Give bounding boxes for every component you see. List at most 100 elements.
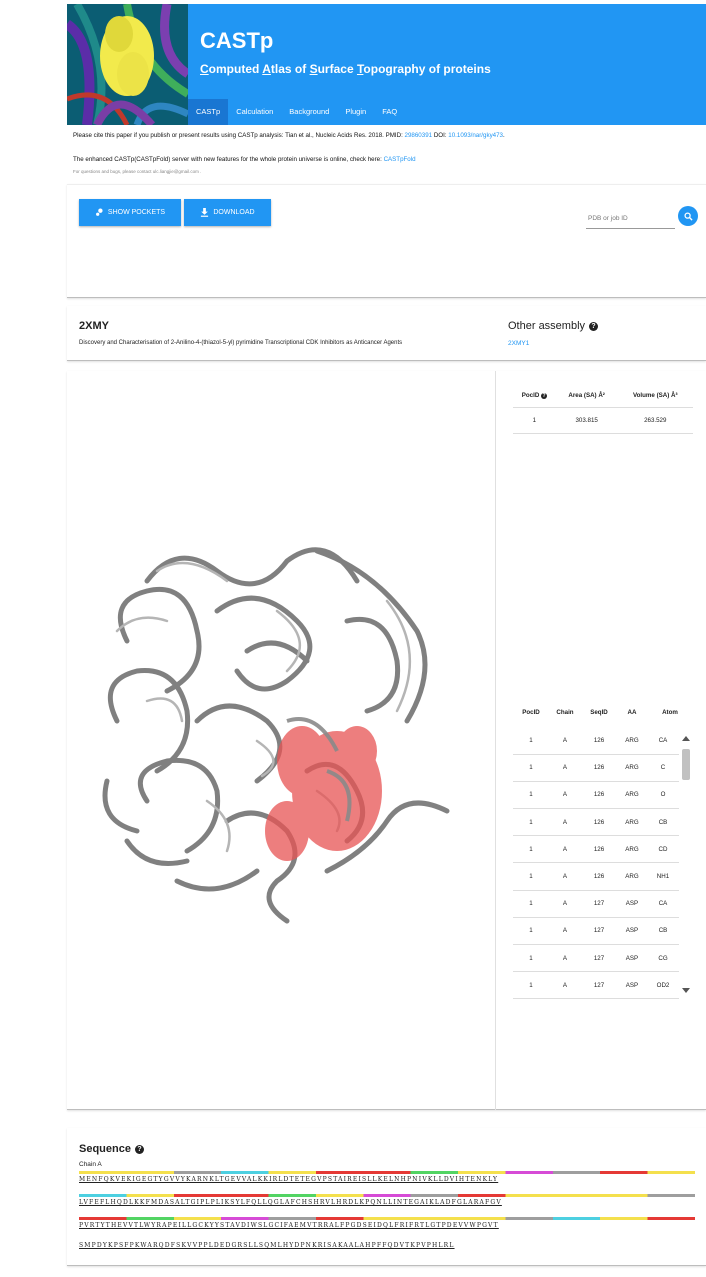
atom-cell-aa: ARG [617,727,647,755]
atom-cell-seqid: 127 [581,917,617,946]
site-header: CASTp Computed Atlas of Surface Topograp… [67,4,706,125]
enhanced-text: The enhanced CASTp(CASTpFold) server wit… [73,156,382,163]
download-button[interactable]: DOWNLOAD [184,199,271,226]
atom-row[interactable]: 1 A 127 ASP OD2 [513,971,679,999]
atom-col-atom[interactable]: Atom [647,701,693,723]
subtitle-word: tlas of [270,62,310,76]
atom-table-scrollbar[interactable] [680,731,692,997]
sequence-card: Sequence ? Chain A MENFQKVEKIGEGTYGVVYKA… [67,1128,706,1266]
atom-cell-seqid: 127 [581,944,617,973]
atom-cell-pocid: 1 [513,862,549,891]
panel-divider [495,371,496,1110]
protein-3d-viewer[interactable] [87,521,467,941]
pmid-link[interactable]: 29860391 [405,132,433,139]
pockets-icon [95,208,103,216]
help-icon[interactable]: ? [134,1144,144,1154]
atom-row[interactable]: 1 A 127 ASP CG [513,944,679,973]
atom-col-aa[interactable]: AA [617,701,647,723]
nav-item-faq[interactable]: FAQ [374,99,405,125]
contact-notice: For questions and bugs, please contact u… [73,169,202,174]
atom-cell-chain: A [549,727,581,755]
site-subtitle: Computed Atlas of Surface Topography of … [200,62,491,76]
atom-table-header: PocID Chain SeqID AA Atom [513,701,693,723]
enhanced-notice: The enhanced CASTp(CASTpFold) server wit… [73,156,416,163]
tools-card: SHOW POCKETS DOWNLOAD [67,184,706,298]
atom-cell-aa: ARG [617,754,647,782]
atom-cell-atom: CB [647,917,679,946]
castp-logo[interactable] [67,4,188,125]
atom-cell-seqid: 126 [581,754,617,782]
sequence-text: SMPDYKPSFPKWARQDFSKVVPPLDEDGRSLLSQMLHYDP… [79,1242,455,1249]
atom-row[interactable]: 1 A 127 ASP CA [513,890,679,918]
area-header[interactable]: Area (SA) Å² [556,385,618,407]
atom-row[interactable]: 1 A 126 ARG NH1 [513,862,679,891]
pdb-id-title: 2XMY [79,320,109,332]
sequence-line: PVRTYTHEVVTLWYRAPEILLGCKYYSTAVDIWSLGCIFA… [79,1222,695,1229]
atom-cell-pocid: 1 [513,944,549,973]
atom-cell-atom: CA [647,727,679,755]
atom-cell-pocid: 1 [513,727,549,755]
atom-row[interactable]: 1 A 126 ARG CD [513,835,679,864]
scroll-down-icon[interactable] [682,988,690,993]
atom-cell-aa: ASP [617,890,647,918]
atom-cell-aa: ASP [617,917,647,946]
nav-item-castp[interactable]: CASTp [188,99,229,125]
nav-item-background[interactable]: Background [281,99,337,125]
atom-col-seqid[interactable]: SeqID [581,701,617,723]
other-assembly-link[interactable]: 2XMY1 [508,340,529,347]
secondary-structure-bar [79,1194,695,1197]
help-icon[interactable]: ? [589,321,599,331]
atom-row[interactable]: 1 A 126 ARG CB [513,808,679,837]
atom-cell-seqid: 126 [581,781,617,810]
atom-cell-pocid: 1 [513,890,549,918]
atom-cell-seqid: 126 [581,727,617,755]
show-pockets-button[interactable]: SHOW POCKETS [79,199,181,226]
pocket-area-cell: 303.815 [555,406,618,434]
atom-cell-seqid: 127 [581,890,617,918]
scroll-up-icon[interactable] [682,736,690,741]
sequence-text: PVRTYTHEVVTLWYRAPEILLGCKYYSTAVDIWSLGCIFA… [79,1222,499,1229]
atom-table-scroll[interactable]: 1 A 126 ARG CA 1 A 126 ARG C 1 A 126 ARG O 1 A 126 ARG CB 1 A… [513,727,693,999]
atom-cell-chain: A [549,808,581,837]
atom-row[interactable]: 1 A 127 ASP CB [513,917,679,946]
atom-cell-atom: CA [647,890,679,918]
show-pockets-label: SHOW POCKETS [107,209,166,216]
pocket-row[interactable]: 1 303.815 263.529 [513,406,693,434]
castpfold-link[interactable]: CASTpFold [384,156,416,163]
sequence-title: Sequence ? [79,1143,144,1155]
help-icon[interactable]: ? [541,393,548,400]
atom-cell-aa: ARG [617,835,647,864]
atom-cell-seqid: 126 [581,862,617,891]
atom-col-pocid[interactable]: PocID [513,701,549,723]
doi-link[interactable]: 10.1093/nar/gky473 [448,132,503,139]
download-icon [201,208,209,217]
chain-label: Chain A [79,1161,102,1168]
pdb-search-input[interactable] [586,209,675,229]
atom-cell-seqid: 127 [581,971,617,999]
atom-cell-chain: A [549,971,581,999]
subtitle-word: opography of proteins [363,62,491,76]
atom-cell-aa: ARG [617,862,647,891]
search-button[interactable] [678,206,698,226]
subtitle-initial: S [309,62,318,76]
viewer-card: PocID ? Area (SA) Å² Volume (SA) Å³ 1 30… [67,371,706,1110]
subtitle-word: omputed [208,62,263,76]
atom-cell-chain: A [549,835,581,864]
nav-item-plugin[interactable]: Plugin [337,99,374,125]
pocket-id-cell: 1 [513,406,556,434]
pocid-header[interactable]: PocID ? [513,385,556,407]
atom-col-chain[interactable]: Chain [549,701,581,723]
scroll-thumb[interactable] [682,749,690,780]
volume-header[interactable]: Volume (SA) Å³ [618,385,693,407]
doi-label: DOI: [433,132,447,139]
other-assembly-label: Other assembly [508,320,586,332]
atom-row[interactable]: 1 A 126 ARG C [513,754,679,782]
atom-row[interactable]: 1 A 126 ARG O [513,781,679,810]
atom-row[interactable]: 1 A 126 ARG CA [513,727,679,755]
atom-cell-pocid: 1 [513,808,549,837]
atom-cell-atom: CB [647,808,679,837]
site-title: CASTp [200,28,274,53]
nav-item-calculation[interactable]: Calculation [228,99,281,125]
pocket-volume-cell: 263.529 [617,406,693,434]
subtitle-word: urface [317,62,357,76]
